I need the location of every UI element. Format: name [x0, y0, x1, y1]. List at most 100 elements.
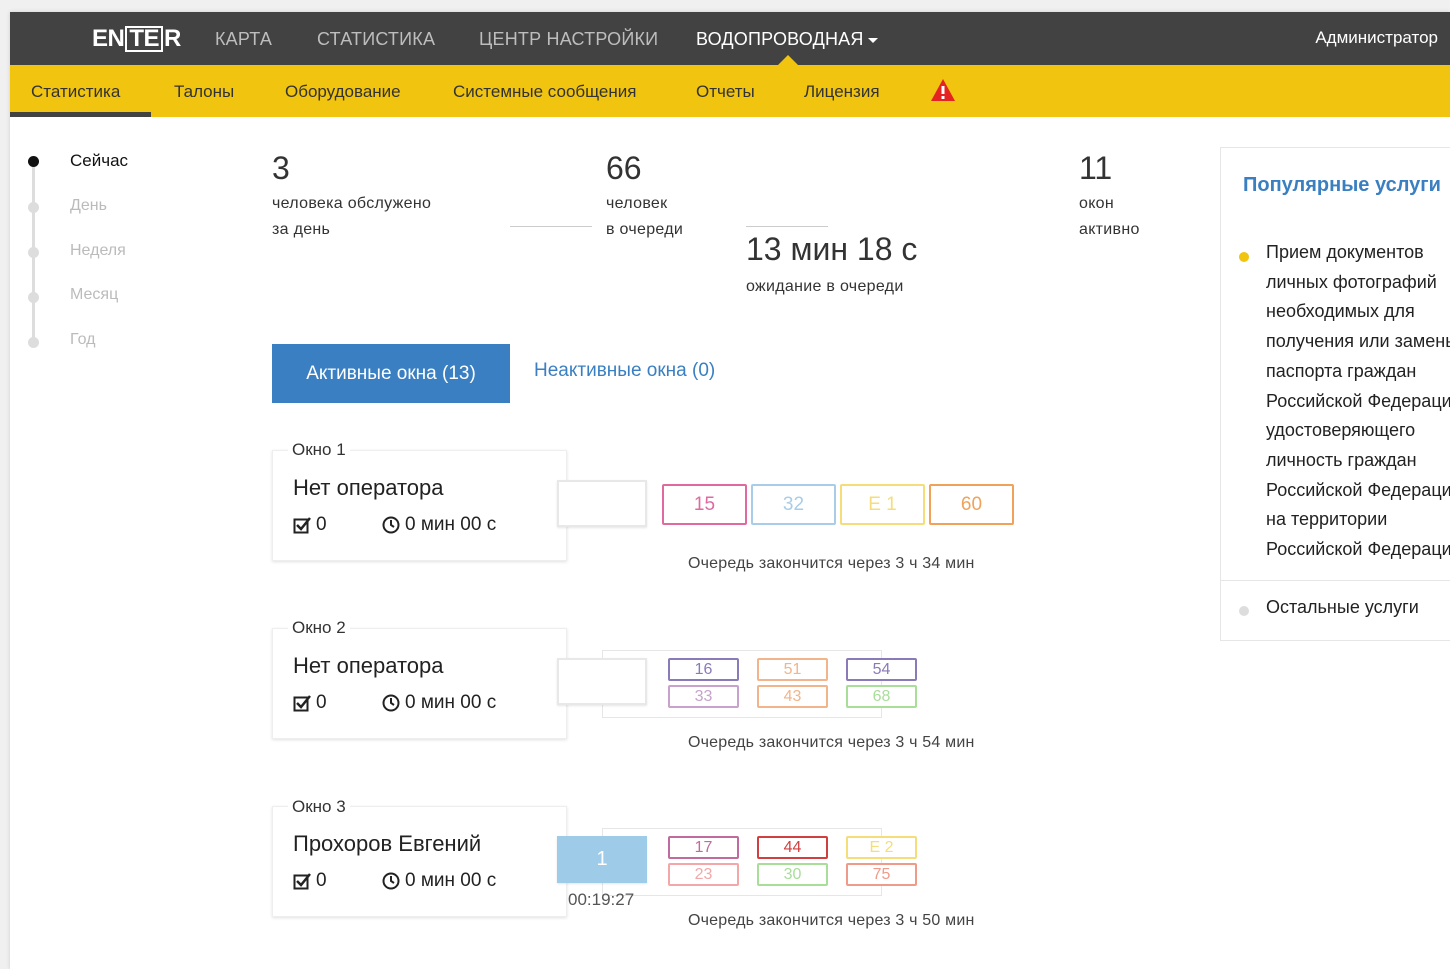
queue-ticket[interactable]: Е 1 [840, 484, 925, 525]
window-label: Окно 1 [288, 440, 350, 460]
queue-ticket[interactable]: 15 [662, 484, 747, 525]
logo-text-box: TE [125, 26, 164, 52]
popular-item-line: на территории [1266, 509, 1388, 530]
window-card [272, 450, 567, 561]
nav-active-pointer [778, 55, 798, 65]
other-services-item[interactable]: Остальные услуги [1266, 597, 1419, 618]
queue-ticket[interactable]: 54 [846, 658, 917, 681]
period-week[interactable]: Неделя [70, 242, 126, 260]
subtab-equipment[interactable]: Оборудование [285, 82, 401, 102]
stat-divider [510, 226, 592, 227]
served-caption-line1: человека обслужено [272, 195, 432, 212]
window-served-stat: 0 [293, 870, 327, 892]
queue-end-estimate: Очередь закончится через 3 ч 54 мин [688, 734, 975, 751]
window-operator: Прохоров Евгений [293, 831, 482, 856]
popular-services-panel: Популярные услуги Прием документов личны… [1220, 147, 1450, 641]
subtab-system-messages[interactable]: Системные сообщения [453, 82, 636, 102]
app-frame: EN TE R КАРТА СТАТИСТИКА ЦЕНТР НАСТРОЙКИ В… [10, 12, 1450, 969]
nav-organization-dropdown[interactable]: ВОДОПРОВОДНАЯ [696, 29, 878, 50]
windows-caption: окон активно [1079, 191, 1140, 243]
current-ticket-timer: 00:19:27 [568, 890, 635, 909]
window-service-time: 0 мин 00 с [405, 514, 497, 535]
queue-ticket[interactable]: 60 [929, 484, 1014, 525]
queue-ticket[interactable]: 32 [751, 484, 836, 525]
windows-count: 11 [1079, 150, 1113, 186]
served-caption: человека обслужено за день [272, 191, 431, 243]
checkbox-icon [293, 695, 311, 712]
queue-ticket[interactable]: 30 [757, 863, 828, 886]
window-label: Окно 2 [288, 618, 350, 638]
queue-caption-line2: в очереди [606, 221, 684, 238]
period-now[interactable]: Сейчас [70, 151, 128, 171]
window-served-stat: 0 [293, 514, 327, 536]
popular-item-line: Прием документов [1266, 242, 1424, 262]
popular-item-line: Российской Федерации [1266, 390, 1450, 411]
clock-icon [382, 516, 400, 534]
popular-services-title: Популярные услуги [1243, 174, 1441, 196]
wait-time: 13 мин 18 с [746, 231, 918, 267]
user-menu[interactable]: Администратор [1315, 28, 1438, 48]
queue-ticket[interactable]: 23 [668, 863, 739, 886]
queue-ticket[interactable]: 68 [846, 685, 917, 708]
window-card [272, 628, 567, 739]
queue-ticket[interactable]: 16 [668, 658, 739, 681]
period-dot-day[interactable] [28, 202, 39, 213]
current-ticket-slot [557, 658, 647, 705]
queue-caption: человек в очереди [606, 191, 683, 243]
popular-item-dot [1239, 252, 1249, 262]
queue-ticket[interactable]: 51 [757, 658, 828, 681]
window-label: Окно 3 [288, 797, 350, 817]
tab-active-windows[interactable]: Активные окна (13) [272, 344, 510, 403]
served-caption-line2: за день [272, 221, 331, 238]
window-service-time: 0 мин 00 с [405, 870, 497, 891]
subtab-statistics[interactable]: Статистика [31, 82, 120, 102]
popular-item-line: паспорта граждан [1266, 360, 1417, 381]
nav-settings-center[interactable]: ЦЕНТР НАСТРОЙКИ [479, 29, 658, 50]
checkbox-icon [293, 517, 311, 534]
nav-map[interactable]: КАРТА [215, 29, 272, 50]
wait-caption: ожидание в очереди [746, 278, 904, 295]
popular-service-item[interactable]: Прием документов личных фотографий необх… [1266, 238, 1450, 565]
warning-triangle-icon[interactable] [930, 78, 956, 102]
period-dot-year[interactable] [28, 337, 39, 348]
queue-ticket[interactable]: 75 [846, 863, 917, 886]
enter-logo[interactable]: EN TE R [92, 24, 181, 54]
queue-ticket[interactable]: 44 [757, 836, 828, 859]
subtab-license[interactable]: Лицензия [804, 82, 880, 102]
popular-item-line: получения или замены [1266, 331, 1450, 352]
popular-item-line: Российской Федерации [1266, 479, 1450, 500]
served-count: 3 [272, 150, 290, 186]
queue-count: 66 [606, 150, 642, 186]
window-time-stat: 0 мин 00 с [382, 692, 496, 714]
popular-item-line: удостоверяющего [1266, 420, 1416, 441]
subtab-tickets[interactable]: Талоны [174, 82, 234, 102]
tab-inactive-windows[interactable]: Неактивные окна (0) [534, 360, 715, 382]
subtab-reports[interactable]: Отчеты [696, 82, 755, 102]
queue-ticket[interactable]: 33 [668, 685, 739, 708]
popular-item-line: личных фотографий [1266, 271, 1437, 292]
window-card [272, 806, 567, 917]
period-day[interactable]: День [70, 197, 107, 215]
period-month[interactable]: Месяц [70, 286, 118, 304]
period-dot-week[interactable] [28, 247, 39, 258]
window-served-count: 0 [316, 870, 327, 891]
clock-icon [382, 694, 400, 712]
subtab-active-indicator [10, 112, 151, 117]
period-dot-now[interactable] [28, 156, 39, 167]
current-ticket-slot[interactable]: 1 [557, 836, 647, 883]
nav-organization-label: ВОДОПРОВОДНАЯ [696, 29, 864, 49]
window-operator: Нет оператора [293, 475, 444, 500]
logo-text-start: EN [92, 25, 125, 52]
period-year[interactable]: Год [70, 331, 95, 349]
chevron-down-icon [867, 37, 878, 43]
queue-caption-line1: человек [606, 195, 668, 212]
logo-text-end: R [164, 25, 181, 52]
queue-ticket[interactable]: 43 [757, 685, 828, 708]
queue-ticket[interactable]: 17 [668, 836, 739, 859]
window-service-time: 0 мин 00 с [405, 692, 497, 713]
queue-ticket[interactable]: Е 2 [846, 836, 917, 859]
period-dot-month[interactable] [28, 292, 39, 303]
popular-item-dot [1239, 606, 1249, 616]
nav-statistics[interactable]: СТАТИСТИКА [317, 29, 435, 50]
sub-navbar: Статистика Талоны Оборудование Системные… [10, 65, 1450, 117]
